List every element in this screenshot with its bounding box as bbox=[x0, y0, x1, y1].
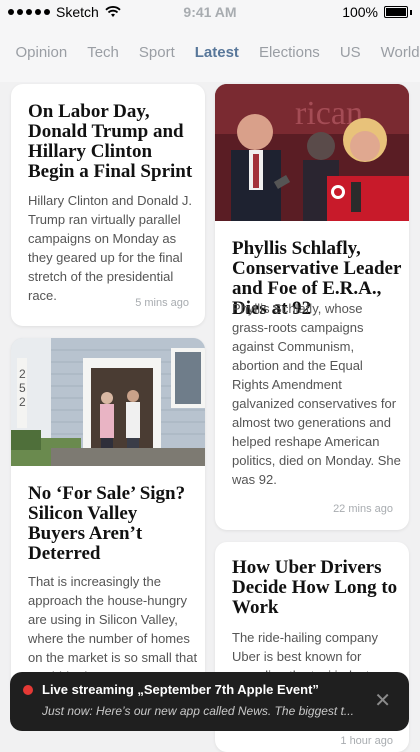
article-summary: Phyllis Schlafly, whose grass-roots camp… bbox=[232, 301, 401, 487]
article-summary: Hillary Clinton and Donald J. Trump ran … bbox=[28, 193, 193, 303]
tab-world[interactable]: World bbox=[381, 44, 420, 61]
tab-us[interactable]: US bbox=[340, 44, 361, 61]
house-photo: 2 5 2 bbox=[11, 338, 205, 466]
article-time: 5 mins ago bbox=[135, 297, 189, 309]
status-bar: Sketch 9:41 AM 100% bbox=[0, 0, 420, 24]
tab-tech[interactable]: Tech bbox=[87, 44, 119, 61]
article-card-phyllis-schlafly[interactable]: rican Phyllis Schlafly, Conservative Lea… bbox=[215, 84, 409, 530]
battery-icon bbox=[384, 6, 408, 18]
tab-opinion[interactable]: Opinion bbox=[16, 44, 68, 61]
article-title: No ‘For Sale’ Sign? Silicon Valley Buyer… bbox=[28, 483, 186, 564]
battery-percent: 100% bbox=[342, 4, 378, 20]
tab-elections[interactable]: Elections bbox=[259, 44, 320, 61]
article-time: 22 mins ago bbox=[333, 503, 393, 515]
article-time: 1 hour ago bbox=[340, 735, 393, 747]
article-card-silicon-valley[interactable]: 2 5 2 No ‘For Sale’ Sign? Silicon Valley… bbox=[11, 338, 205, 698]
close-icon[interactable]: ✕ bbox=[374, 688, 391, 713]
notification-subtitle: Just now: Here’s our new app called News… bbox=[42, 704, 354, 718]
svg-text:2: 2 bbox=[19, 367, 26, 381]
article-title: On Labor Day, Donald Trump and Hillary C… bbox=[28, 101, 193, 182]
article-summary: That is increasingly the approach the ho… bbox=[28, 574, 198, 684]
live-indicator-icon bbox=[23, 685, 33, 695]
live-stream-notification[interactable]: Live streaming „September 7th Apple Even… bbox=[10, 672, 409, 731]
phyllis-photo: rican bbox=[215, 84, 409, 221]
tab-sport[interactable]: Sport bbox=[139, 44, 175, 61]
battery-cap bbox=[410, 9, 412, 15]
tab-latest[interactable]: Latest bbox=[195, 44, 239, 61]
svg-text:2: 2 bbox=[19, 395, 26, 409]
svg-text:5: 5 bbox=[19, 381, 26, 395]
article-card-labor-day[interactable]: On Labor Day, Donald Trump and Hillary C… bbox=[11, 84, 205, 326]
notification-title: Live streaming „September 7th Apple Even… bbox=[42, 682, 319, 697]
article-title: How Uber Drivers Decide How Long to Work bbox=[232, 557, 398, 618]
category-tabs: s Opinion Tech Sport Latest Elections US… bbox=[0, 24, 420, 82]
